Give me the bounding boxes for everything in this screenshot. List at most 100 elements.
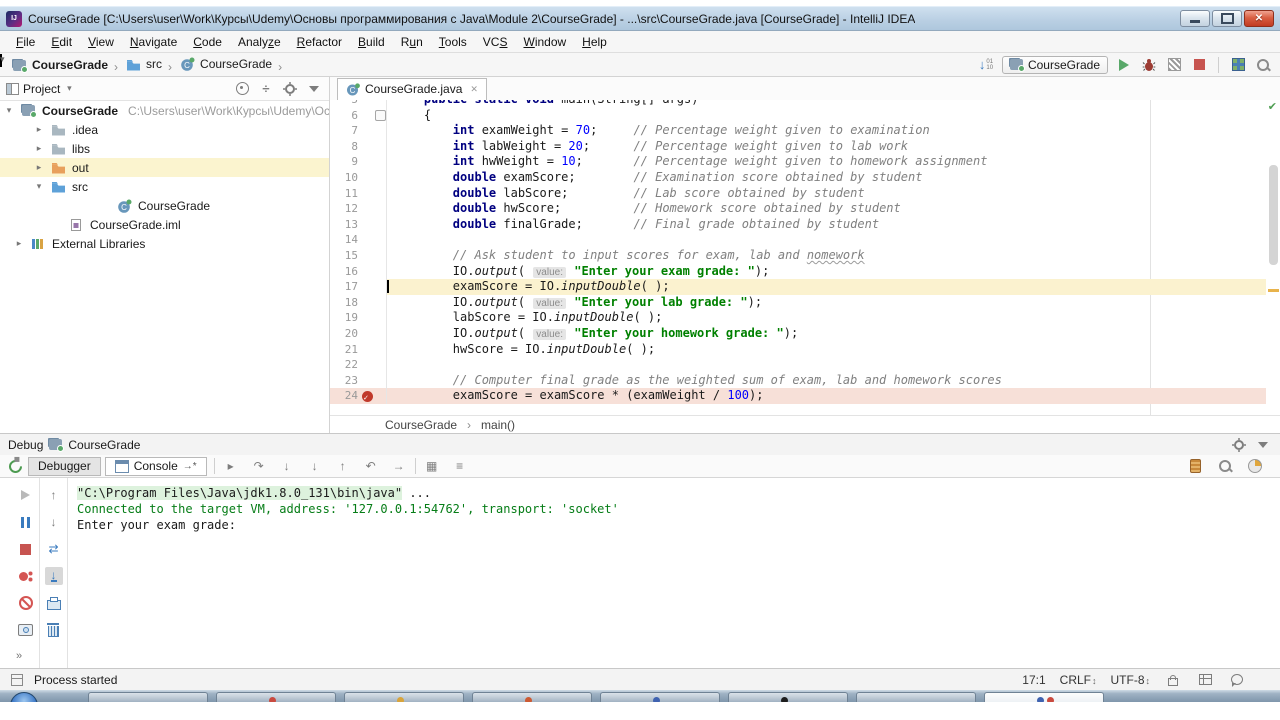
lock-icon[interactable]: [1168, 678, 1178, 686]
step-out-icon[interactable]: ↑: [334, 457, 352, 475]
editor-scrollbar[interactable]: [1269, 165, 1278, 265]
title-bar[interactable]: IJ CourseGrade [C:\Users\user\Work\Курсы…: [0, 6, 1280, 31]
chevron-down-icon[interactable]: ▾: [34, 181, 44, 192]
menu-run[interactable]: Run: [393, 33, 431, 51]
step-over-icon[interactable]: ↷: [250, 457, 268, 475]
tab-coursegrade-java[interactable]: C CourseGrade.java ✕: [337, 78, 487, 100]
menu-view[interactable]: View: [80, 33, 122, 51]
chevron-down-icon[interactable]: ▾: [64, 83, 74, 94]
code-line-12[interactable]: 12 double hwScore; // Homework score obt…: [330, 201, 1280, 217]
menu-help[interactable]: Help: [574, 33, 615, 51]
code-line-24[interactable]: 24 examScore = examScore * (examWeight /…: [330, 388, 1280, 404]
code-line-22[interactable]: 22: [330, 357, 1280, 373]
code-line-16[interactable]: 16 IO.output( value: "Enter your exam gr…: [330, 264, 1280, 280]
code-line-17[interactable]: 17 examScore = IO.inputDouble( );: [330, 279, 1280, 295]
breakpoint-icon[interactable]: [360, 388, 374, 404]
coverage-button[interactable]: [1168, 58, 1181, 71]
memory-gauge-icon[interactable]: [1246, 457, 1264, 475]
locate-file-icon[interactable]: [236, 82, 249, 95]
taskbar-button-5[interactable]: [600, 692, 720, 702]
taskbar-button-6[interactable]: [728, 692, 848, 702]
menu-tools[interactable]: Tools: [431, 33, 475, 51]
stop-button[interactable]: [1194, 59, 1205, 70]
search-history-icon[interactable]: [1216, 457, 1234, 475]
caret-position[interactable]: 17:1: [1022, 673, 1045, 687]
thread-dump-icon[interactable]: [17, 621, 35, 639]
code-line-23[interactable]: 23 // Computer final grade as the weight…: [330, 373, 1280, 389]
close-button[interactable]: ✕: [1244, 10, 1274, 27]
gear-icon[interactable]: [285, 84, 295, 94]
windows-taskbar[interactable]: [0, 690, 1280, 702]
menu-build[interactable]: Build: [350, 33, 393, 51]
tab-close-icon[interactable]: ✕: [470, 84, 478, 95]
code-line-9[interactable]: 9 int hwWeight = 10; // Percentage weigh…: [330, 154, 1280, 170]
chevron-right-icon[interactable]: ▸: [34, 124, 44, 135]
print-icon[interactable]: [45, 594, 63, 612]
minimize-button[interactable]: [1180, 10, 1210, 27]
code-line-21[interactable]: 21 hwScore = IO.inputDouble( );: [330, 342, 1280, 358]
code-line-20[interactable]: 20 IO.output( value: "Enter your homewor…: [330, 326, 1280, 342]
menu-edit[interactable]: Edit: [43, 33, 80, 51]
collapse-all-icon[interactable]: ÷: [262, 81, 269, 96]
soft-wrap-icon[interactable]: ⇄: [45, 540, 63, 558]
code-line-13[interactable]: 13 double finalGrade; // Final grade obt…: [330, 217, 1280, 233]
sort-lines-icon[interactable]: ↓0110: [977, 56, 995, 74]
hide-panel-icon[interactable]: [1258, 442, 1268, 448]
breadcrumb-item[interactable]: CCourseGrade: [176, 54, 274, 74]
debug-button[interactable]: [1140, 56, 1158, 74]
toolwindow-switcher-icon[interactable]: [11, 674, 23, 686]
taskbar-button-7[interactable]: [856, 692, 976, 702]
fold-icon[interactable]: [374, 108, 387, 124]
taskbar-button-3[interactable]: [344, 692, 464, 702]
search-icon[interactable]: [1256, 58, 1270, 72]
step-into-icon[interactable]: ↓: [278, 457, 296, 475]
debug-panel-header[interactable]: Debug CourseGrade: [0, 434, 1280, 455]
thread-spool-icon[interactable]: [1186, 457, 1204, 475]
breadcrumb-method[interactable]: main(): [481, 418, 515, 432]
clear-all-icon[interactable]: [45, 621, 63, 639]
tree-item-out[interactable]: ▸out: [0, 158, 329, 177]
breadcrumb-item[interactable]: CourseGrade: [8, 55, 110, 75]
menu-refactor[interactable]: Refactor: [289, 33, 350, 51]
tree-item-coursegrade[interactable]: ▾CourseGradeC:\Users\user\Work\Курсы\Ude…: [0, 101, 329, 120]
menu-code[interactable]: Code: [185, 33, 230, 51]
notifications-icon[interactable]: [1231, 674, 1243, 685]
more-icon[interactable]: »: [16, 650, 22, 662]
rerun-icon[interactable]: [6, 457, 24, 475]
console-output[interactable]: "C:\Program Files\Java\jdk1.8.0_131\bin\…: [69, 478, 1280, 669]
tree-item-libs[interactable]: ▸libs: [0, 139, 329, 158]
caret-stripe-mark[interactable]: [1268, 289, 1279, 292]
prev-occurrence-icon[interactable]: ↑: [45, 486, 63, 504]
next-occurrence-icon[interactable]: ↓: [45, 513, 63, 531]
chevron-right-icon[interactable]: ▸: [14, 238, 24, 249]
force-step-into-icon[interactable]: ↓: [306, 457, 324, 475]
menu-file[interactable]: File: [8, 33, 43, 51]
code-line-8[interactable]: 8 int labWeight = 20; // Percentage weig…: [330, 139, 1280, 155]
hide-panel-icon[interactable]: [309, 86, 319, 92]
code-line-15[interactable]: 15 // Ask student to input scores for ex…: [330, 248, 1280, 264]
breadcrumb-item[interactable]: src: [122, 54, 164, 74]
show-execution-point-icon[interactable]: ▸: [222, 457, 240, 475]
event-grid-icon[interactable]: [1199, 674, 1212, 685]
tree-item-coursegradeiml[interactable]: CourseGrade.iml: [0, 215, 329, 234]
maximize-button[interactable]: [1212, 10, 1242, 27]
tree-item-externallibraries[interactable]: ▸External Libraries: [0, 234, 329, 253]
run-to-cursor-icon[interactable]: →: [390, 457, 408, 475]
error-stripe[interactable]: ✔: [1266, 100, 1280, 415]
layout-icon[interactable]: ≡: [451, 457, 469, 475]
tab-console[interactable]: Console →*: [105, 457, 207, 476]
start-button[interactable]: [10, 692, 38, 702]
view-breakpoints-icon[interactable]: [17, 567, 35, 585]
project-panel-header[interactable]: Project ▾ ÷: [0, 77, 329, 101]
breadcrumb-class[interactable]: CourseGrade: [385, 418, 457, 432]
mute-breakpoints-icon[interactable]: [17, 594, 35, 612]
taskbar-button-2[interactable]: [216, 692, 336, 702]
pause-icon[interactable]: [17, 513, 35, 531]
taskbar-button-8[interactable]: [984, 692, 1104, 702]
code-line-18[interactable]: 18 IO.output( value: "Enter your lab gra…: [330, 295, 1280, 311]
evaluate-icon[interactable]: ▦: [423, 457, 441, 475]
run-button[interactable]: [1119, 59, 1129, 71]
code-area[interactable]: 5 public static void main(String[] args)…: [330, 100, 1280, 415]
tree-item-idea[interactable]: ▸.idea: [0, 120, 329, 139]
chevron-down-icon[interactable]: ▾: [4, 105, 14, 116]
